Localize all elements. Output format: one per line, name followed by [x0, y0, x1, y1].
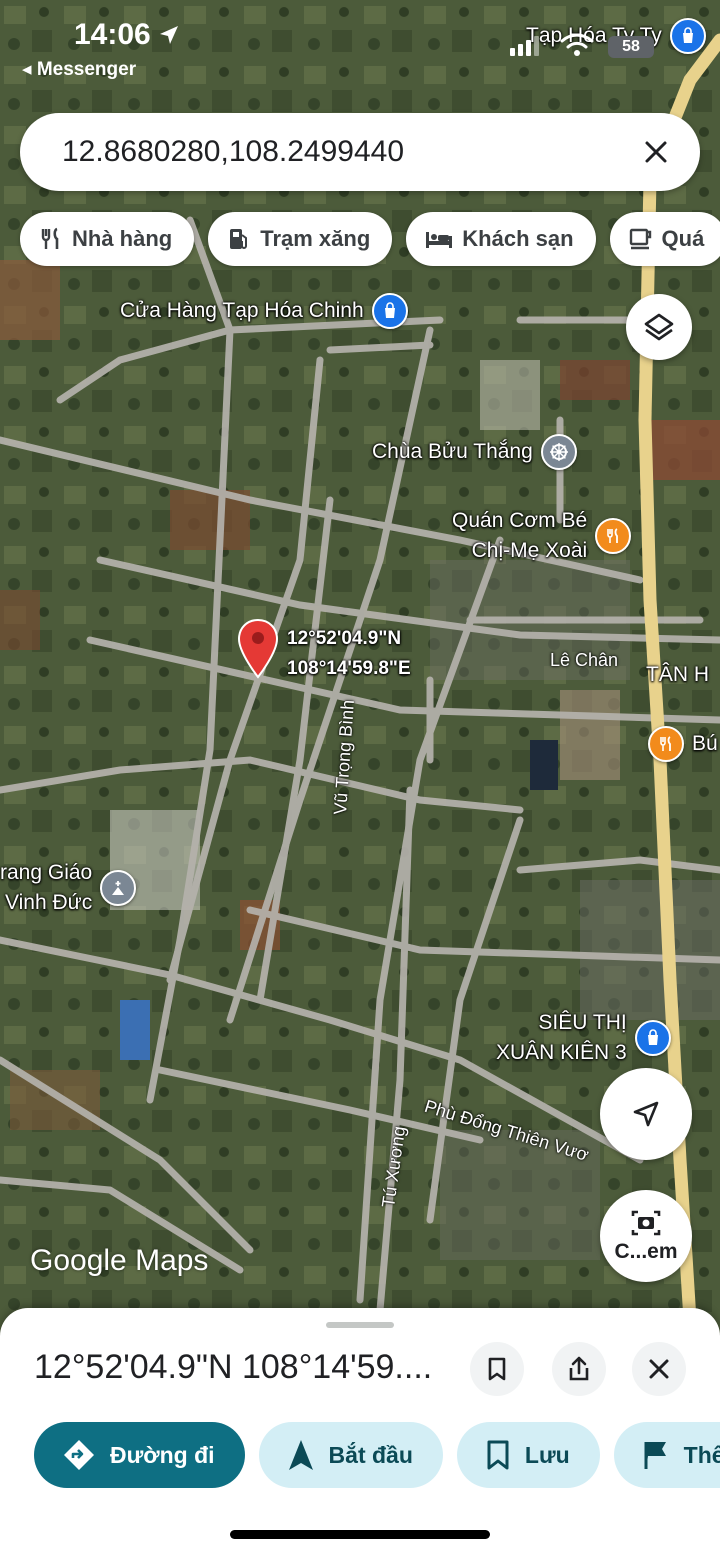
- signal-icon: [510, 36, 539, 56]
- poi-bu[interactable]: Bú: [648, 726, 718, 762]
- pin-coordinates-label: 12°52'04.9"N 108°14'59.8"E: [287, 624, 411, 684]
- cafe-icon: [629, 228, 651, 250]
- back-to-app-link[interactable]: ◂ Messenger: [22, 58, 136, 81]
- pin-coordinates-line: 12°52'04.9"N: [287, 628, 402, 649]
- dropped-pin[interactable]: [236, 618, 280, 685]
- lens-camera-label: C...em: [614, 1240, 678, 1263]
- hotel-icon: [426, 232, 453, 248]
- category-chips: Nhà hàng Trạm xăng Khách sạn Quá: [20, 212, 720, 266]
- area-label-tan-h: TÂN H: [646, 663, 709, 686]
- battery-indicator: 58: [608, 36, 654, 58]
- share-icon: [569, 1356, 589, 1381]
- poi-label: rang Giáo Vinh Đức: [0, 858, 92, 918]
- dharma-wheel-icon: [540, 434, 577, 470]
- poi-cua-hang-tap-hoa-chinh[interactable]: Cửa Hàng Tạp Hóa Chinh: [120, 293, 408, 329]
- chip-label: Khách sạn: [462, 226, 574, 251]
- search-input[interactable]: 12.8680280,108.2499440: [62, 135, 636, 169]
- poi-label: Chùa Bửu Thắng: [372, 440, 533, 463]
- close-icon: [645, 141, 667, 163]
- poi-sieu-thi-xuan-kien-3[interactable]: SIÊU THỊ XUÂN KIÊN 3: [496, 1008, 671, 1068]
- pin-coordinates-line: 108°14'59.8"E: [287, 658, 411, 679]
- chip-gas-stations[interactable]: Trạm xăng: [208, 212, 393, 266]
- poi-label-line: Vinh Đức: [5, 891, 93, 914]
- directions-button[interactable]: Đường đi: [34, 1422, 245, 1488]
- restaurant-icon: [41, 227, 59, 249]
- bookmark-icon: [488, 1357, 506, 1381]
- start-navigation-button[interactable]: Bắt đầu: [258, 1422, 443, 1488]
- add-label-button[interactable]: Thê: [613, 1422, 720, 1488]
- poi-label: Cửa Hàng Tạp Hóa Chinh: [120, 299, 364, 322]
- close-sheet-button[interactable]: [632, 1342, 686, 1396]
- restaurant-icon: [648, 726, 684, 762]
- status-time-text: 14:06: [74, 18, 151, 51]
- bookmark-icon: [487, 1440, 509, 1470]
- place-bottom-sheet[interactable]: 12°52'04.9"N 108°14'59.... Đường đi Bắt …: [0, 1308, 720, 1560]
- action-label: Bắt đầu: [328, 1441, 413, 1468]
- cemetery-icon: [100, 870, 137, 906]
- poi-chua-buu-thang[interactable]: Chùa Bửu Thắng: [372, 434, 577, 470]
- chip-label: Quá: [661, 226, 705, 251]
- share-button[interactable]: [552, 1342, 606, 1396]
- status-time: 14:06: [74, 18, 181, 52]
- poi-label: Bú: [692, 732, 718, 755]
- drag-handle[interactable]: [326, 1322, 394, 1328]
- gas-station-icon: [230, 229, 248, 249]
- chip-hotels[interactable]: Khách sạn: [406, 212, 596, 266]
- layers-button[interactable]: [626, 294, 692, 360]
- chip-cafes[interactable]: Quá: [609, 212, 720, 266]
- poi-quan-com-be[interactable]: Quán Cơm Bé Chị-Mẹ Xoài: [452, 506, 632, 566]
- map-pin-icon: [237, 618, 279, 679]
- poi-label: Quán Cơm Bé Chị-Mẹ Xoài: [452, 506, 587, 566]
- wifi-icon: [560, 33, 594, 56]
- action-buttons: Đường đi Bắt đầu Lưu Thê: [34, 1422, 720, 1488]
- clear-search-button[interactable]: [636, 132, 676, 172]
- chip-label: Nhà hàng: [72, 226, 173, 251]
- save-button[interactable]: [470, 1342, 524, 1396]
- lens-camera-button[interactable]: C...em: [600, 1190, 692, 1282]
- navigation-arrow-icon: [633, 1101, 659, 1127]
- poi-label-line: Chị-Mẹ Xoài: [471, 539, 588, 562]
- action-label: Thê: [683, 1441, 720, 1468]
- camera-lens-icon: [631, 1210, 661, 1236]
- chip-label: Trạm xăng: [260, 226, 371, 251]
- flag-icon: [644, 1442, 666, 1469]
- navigation-icon: [288, 1440, 313, 1470]
- restaurant-icon: [595, 518, 632, 554]
- place-title: 12°52'04.9"N 108°14'59....: [34, 1348, 433, 1386]
- poi-label-line: Quán Cơm Bé: [452, 509, 588, 532]
- street-label-le-chan: Lê Chân: [550, 650, 619, 670]
- shopping-bag-icon: [634, 1020, 671, 1056]
- save-place-button[interactable]: Lưu: [456, 1422, 600, 1488]
- google-maps-logo: Google Maps: [30, 1244, 209, 1277]
- shopping-bag-icon: [371, 293, 408, 329]
- chip-restaurants[interactable]: Nhà hàng: [20, 212, 195, 266]
- action-label: Lưu: [524, 1441, 570, 1468]
- poi-label-line: rang Giáo: [0, 861, 93, 884]
- location-arrow-icon: [159, 26, 178, 44]
- poi-label-line: XUÂN KIÊN 3: [496, 1041, 627, 1064]
- directions-icon: [64, 1440, 94, 1470]
- poi-label: SIÊU THỊ XUÂN KIÊN 3: [496, 1008, 627, 1068]
- action-label: Đường đi: [110, 1441, 215, 1468]
- search-box[interactable]: 12.8680280,108.2499440: [20, 113, 700, 191]
- poi-label-line: SIÊU THỊ: [538, 1011, 627, 1034]
- poi-nghia-trang-vinh-duc[interactable]: rang Giáo Vinh Đức: [0, 858, 137, 918]
- layers-icon: [644, 313, 674, 341]
- home-indicator[interactable]: [230, 1530, 490, 1539]
- my-location-button[interactable]: [600, 1068, 692, 1160]
- shopping-bag-icon: [669, 18, 706, 54]
- close-icon: [649, 1359, 669, 1379]
